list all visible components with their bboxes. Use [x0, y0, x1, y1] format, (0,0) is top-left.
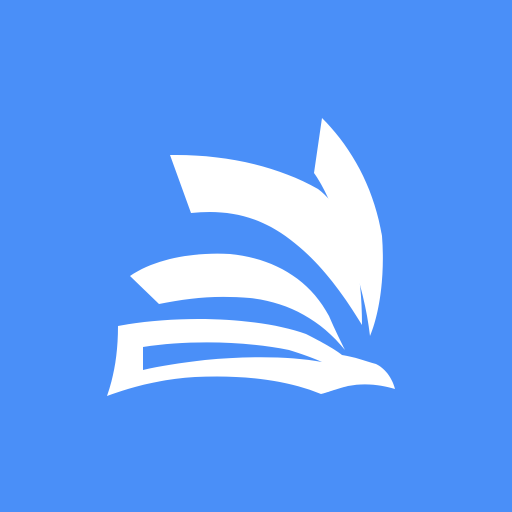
open-book-pages-icon [107, 118, 395, 396]
app-icon-background [0, 0, 512, 512]
